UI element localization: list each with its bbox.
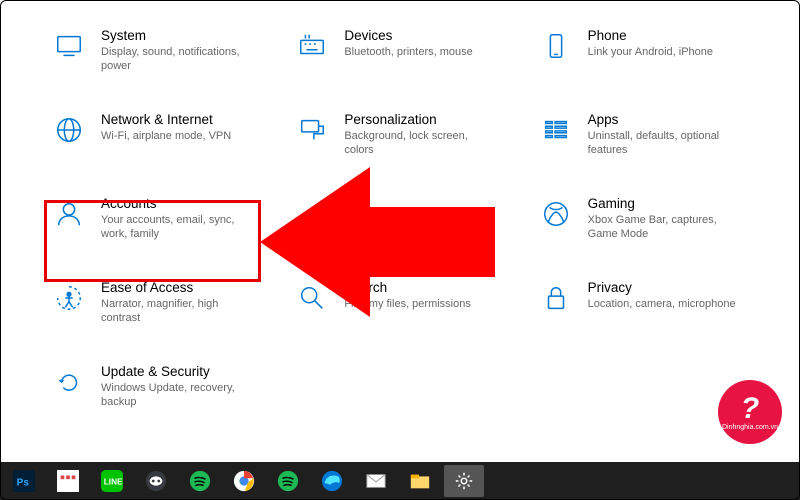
category-desc: Your accounts, email, sync, work, family [101,213,251,242]
taskbar-app-mail[interactable] [356,465,396,497]
watermark-badge: ? Dinhnghia.com.vn [718,380,782,444]
category-title: Update & Security [101,364,251,379]
category-personalization[interactable]: Personalization Background, lock screen, … [288,102,511,174]
category-desc: Windows Update, recovery, backup [101,381,251,410]
category-desc: Background, lock screen, colors [344,129,494,158]
watermark-symbol: ? [741,394,759,424]
update-icon [51,364,87,400]
display-icon [51,28,87,64]
category-accounts[interactable]: Accounts Your accounts, email, sync, work… [45,186,268,258]
apps-icon [538,112,574,148]
category-network[interactable]: Network & Internet Wi-Fi, airplane mode, … [45,102,268,174]
category-title: System [101,28,251,43]
svg-text:LINE: LINE [104,478,123,487]
taskbar-app-edge[interactable] [312,465,352,497]
watermark-text: Dinhnghia.com.vn [722,424,778,431]
phone-icon [538,28,574,64]
globe-icon [51,112,87,148]
category-desc: Wi-Fi, airplane mode, VPN [101,129,231,143]
category-title: Accounts [101,196,251,211]
category-desc: Xbox Game Bar, captures, Game Mode [588,213,738,242]
category-title: Personalization [344,112,494,127]
category-title: Gaming [588,196,738,211]
category-privacy[interactable]: Privacy Location, camera, microphone [532,270,755,342]
category-title: Ease of Access [101,280,251,295]
category-title: Search [344,280,471,295]
settings-panel: System Display, sound, notifications, pow… [0,0,800,426]
taskbar-app-spotify2[interactable] [268,465,308,497]
taskbar-app-chrome[interactable] [224,465,264,497]
taskbar-app-explorer[interactable] [400,465,440,497]
category-devices[interactable]: Devices Bluetooth, printers, mouse [288,18,511,90]
category-ease-of-access[interactable]: Ease of Access Narrator, magnifier, high … [45,270,268,342]
xbox-icon [538,196,574,232]
category-phone[interactable]: Phone Link your Android, iPhone [532,18,755,90]
keyboard-icon [294,28,330,64]
taskbar-app-settings[interactable] [444,465,484,497]
person-icon [51,196,87,232]
taskbar-app-photoshop[interactable]: Ps [4,465,44,497]
category-desc: Location, camera, microphone [588,297,736,311]
category-title: Apps [588,112,738,127]
taskbar-app-line[interactable]: LINE [92,465,132,497]
svg-text:Ps: Ps [17,478,30,489]
category-system[interactable]: System Display, sound, notifications, pow… [45,18,268,90]
taskbar-app-text[interactable] [48,465,88,497]
category-title: Devices [344,28,472,43]
category-gaming[interactable]: Gaming Xbox Game Bar, captures, Game Mode [532,186,755,258]
taskbar: Ps LINE [0,462,800,500]
lock-icon [538,280,574,316]
category-update[interactable]: Update & Security Windows Update, recover… [45,354,268,426]
taskbar-app-discord[interactable] [136,465,176,497]
category-desc: Uninstall, defaults, optional features [588,129,738,158]
taskbar-app-spotify[interactable] [180,465,220,497]
category-apps[interactable]: Apps Uninstall, defaults, optional featur… [532,102,755,174]
category-desc: Display, sound, notifications, power [101,45,251,74]
accessibility-icon [51,280,87,316]
search-icon [294,280,330,316]
category-desc: Find my files, permissions [344,297,471,311]
category-title: Privacy [588,280,736,295]
category-title: Phone [588,28,713,43]
category-search[interactable]: Search Find my files, permissions [288,270,511,342]
category-desc: Link your Android, iPhone [588,45,713,59]
category-desc: Bluetooth, printers, mouse [344,45,472,59]
settings-grid: System Display, sound, notifications, pow… [45,18,755,426]
category-desc: Narrator, magnifier, high contrast [101,297,251,326]
category-title: Network & Internet [101,112,231,127]
paint-icon [294,112,330,148]
